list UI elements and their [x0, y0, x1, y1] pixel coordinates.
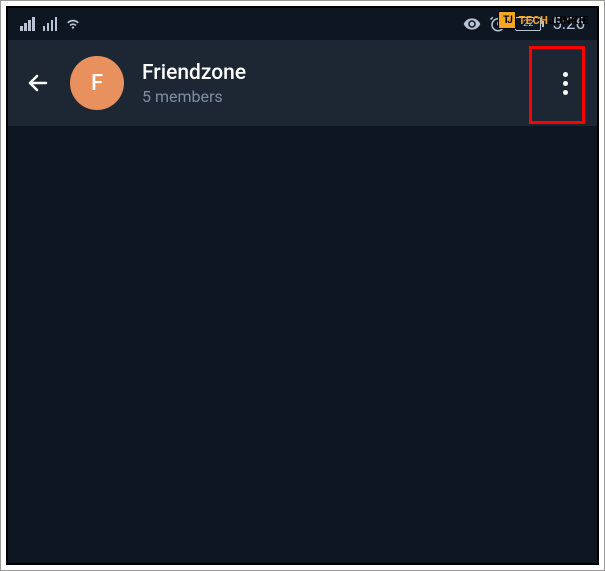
avatar-letter: F	[91, 71, 103, 96]
eye-icon	[463, 15, 481, 33]
watermark-logo-icon: TJ	[498, 11, 516, 29]
status-left	[20, 17, 81, 31]
watermark: TJ TECHJUNKIE	[498, 11, 589, 29]
more-icon	[563, 72, 568, 95]
app-header: F Friendzone 5 members	[8, 40, 597, 126]
chat-title: Friendzone	[142, 61, 525, 85]
back-button[interactable]	[24, 69, 52, 97]
watermark-tech-text: TECH	[518, 14, 548, 27]
more-options-button[interactable]	[543, 53, 587, 113]
chat-info[interactable]: Friendzone 5 members	[142, 61, 525, 106]
watermark-junkie-text: JUNKIE	[548, 14, 589, 27]
chat-avatar[interactable]: F	[70, 56, 124, 110]
wifi-icon	[65, 17, 81, 31]
back-arrow-icon	[26, 71, 50, 95]
outer-frame: TJ TECHJUNKIE	[0, 0, 605, 571]
signal-icon-1	[20, 17, 35, 31]
phone-screen: TJ TECHJUNKIE	[6, 6, 599, 565]
signal-icon-2	[43, 17, 58, 31]
chat-members-count: 5 members	[142, 87, 525, 106]
